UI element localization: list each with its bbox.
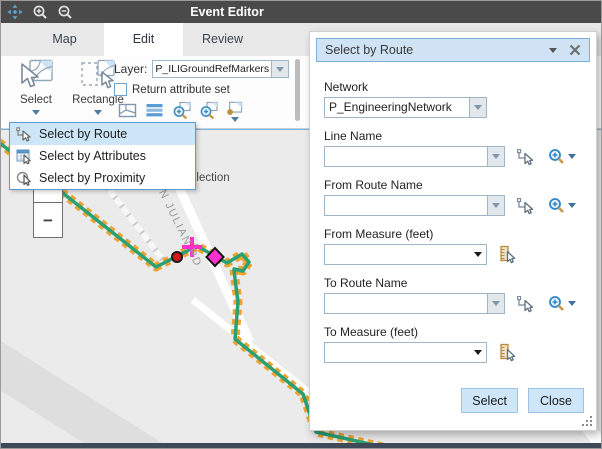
layer-label: Layer: [114, 62, 147, 76]
chevron-down-icon[interactable] [474, 252, 482, 257]
selection-options-icon [226, 101, 243, 116]
attributes-select-icon [16, 148, 32, 164]
panel-close-icon[interactable] [569, 44, 581, 56]
event-editor-window: N JULIAN RD + − [0, 0, 602, 449]
to-route-zoom-button[interactable] [548, 295, 576, 312]
from-route-pick-on-map-icon[interactable] [516, 196, 535, 215]
from-measure-pick-icon[interactable] [498, 245, 517, 264]
select-tool-icon [18, 59, 54, 93]
attribute-list-icon[interactable] [145, 101, 164, 120]
chevron-down-icon [492, 203, 500, 208]
tab-map[interactable]: Map [25, 23, 104, 56]
select-tool-dropdown-caret[interactable] [32, 110, 40, 115]
panel-title-bar: Select by Route [316, 38, 590, 62]
from-measure-combobox[interactable] [324, 244, 487, 265]
from-route-combobox[interactable] [324, 195, 505, 216]
bottom-edge-bar [1, 443, 602, 448]
chevron-down-icon [474, 105, 482, 110]
select-features-icon[interactable] [118, 101, 137, 120]
route-select-icon [16, 126, 32, 142]
line-name-dropdown-button[interactable] [488, 146, 505, 167]
to-measure-pick-icon[interactable] [498, 343, 517, 362]
network-dropdown-button[interactable] [470, 97, 487, 118]
from-measure-value [324, 244, 487, 265]
to-route-name-label: To Route Name [324, 276, 582, 290]
from-route-name-label: From Route Name [324, 178, 582, 192]
line-zoom-button[interactable] [548, 148, 576, 165]
to-route-combobox[interactable] [324, 293, 505, 314]
to-route-dropdown-button[interactable] [488, 293, 505, 314]
menu-item-select-by-route[interactable]: Select by Route [10, 123, 195, 145]
rectangle-tool-dropdown-caret[interactable] [94, 110, 102, 115]
close-button[interactable]: Close [528, 388, 584, 413]
menu-item-label: Select by Proximity [39, 171, 145, 185]
app-title-bar: Event Editor [1, 1, 602, 23]
return-attribute-set-checkbox[interactable] [114, 83, 127, 96]
chevron-down-icon [492, 154, 500, 159]
chevron-down-icon [231, 117, 239, 122]
panel-resize-grip[interactable] [583, 417, 592, 426]
select-tool-label: Select [9, 94, 63, 106]
layer-combobox-value: P_ILIGroundRefMarkers [152, 60, 272, 78]
zoom-to-route-selection-icon[interactable] [199, 101, 218, 120]
menu-item-label: Select by Route [39, 127, 127, 141]
line-name-label: Line Name [324, 129, 582, 143]
network-value: P_EngineeringNetwork [324, 97, 470, 118]
to-route-pick-on-map-icon[interactable] [516, 294, 535, 313]
panel-title: Select by Route [325, 43, 413, 57]
network-combobox[interactable]: P_EngineeringNetwork [324, 97, 487, 118]
select-tool-button[interactable]: Select [9, 59, 63, 118]
select-tool-dropdown-menu: Select by Route Select by Attributes Sel… [9, 122, 196, 190]
from-route-value [324, 195, 488, 216]
to-route-value [324, 293, 488, 314]
zoom-magnifier-icon [548, 197, 565, 214]
zoom-magnifier-icon [548, 295, 565, 312]
to-measure-value [324, 342, 487, 363]
line-name-combobox[interactable] [324, 146, 505, 167]
proximity-select-icon [16, 170, 32, 186]
rectangle-tool-icon [80, 59, 116, 93]
layer-combobox-dropdown-button[interactable] [272, 60, 289, 78]
chevron-down-icon [492, 301, 500, 306]
from-route-dropdown-button[interactable] [488, 195, 505, 216]
menu-item-select-by-proximity[interactable]: Select by Proximity [10, 167, 195, 189]
app-title: Event Editor [1, 1, 453, 23]
panel-collapse-caret[interactable] [549, 48, 557, 53]
tab-edit[interactable]: Edit [104, 23, 183, 56]
select-by-route-panel: Select by Route Network P_EngineeringNet… [309, 31, 597, 431]
menu-item-label: Select by Attributes [39, 149, 146, 163]
point-event-marker-red [172, 252, 182, 262]
menu-item-select-by-attributes[interactable]: Select by Attributes [10, 145, 195, 167]
zoom-magnifier-icon [548, 148, 565, 165]
to-measure-combobox[interactable] [324, 342, 487, 363]
chevron-down-icon [568, 154, 576, 159]
zoom-to-selection-icon[interactable] [172, 101, 191, 120]
select-button[interactable]: Select [461, 388, 518, 413]
network-label: Network [324, 80, 582, 94]
to-measure-label: To Measure (feet) [324, 325, 582, 339]
from-measure-label: From Measure (feet) [324, 227, 582, 241]
ribbon-group-divider [295, 59, 300, 121]
map-zoom-out-button[interactable]: − [34, 203, 62, 238]
tab-review[interactable]: Review [183, 23, 262, 56]
chevron-down-icon [276, 67, 284, 72]
selection-options-button[interactable] [226, 101, 243, 122]
chevron-down-icon [568, 203, 576, 208]
line-pick-on-map-icon[interactable] [516, 147, 535, 166]
layer-combobox[interactable]: P_ILIGroundRefMarkers [152, 60, 289, 78]
from-route-zoom-button[interactable] [548, 197, 576, 214]
return-attribute-set-label: Return attribute set [132, 84, 230, 96]
chevron-down-icon [568, 301, 576, 306]
line-name-value [324, 146, 488, 167]
chevron-down-icon[interactable] [474, 350, 482, 355]
